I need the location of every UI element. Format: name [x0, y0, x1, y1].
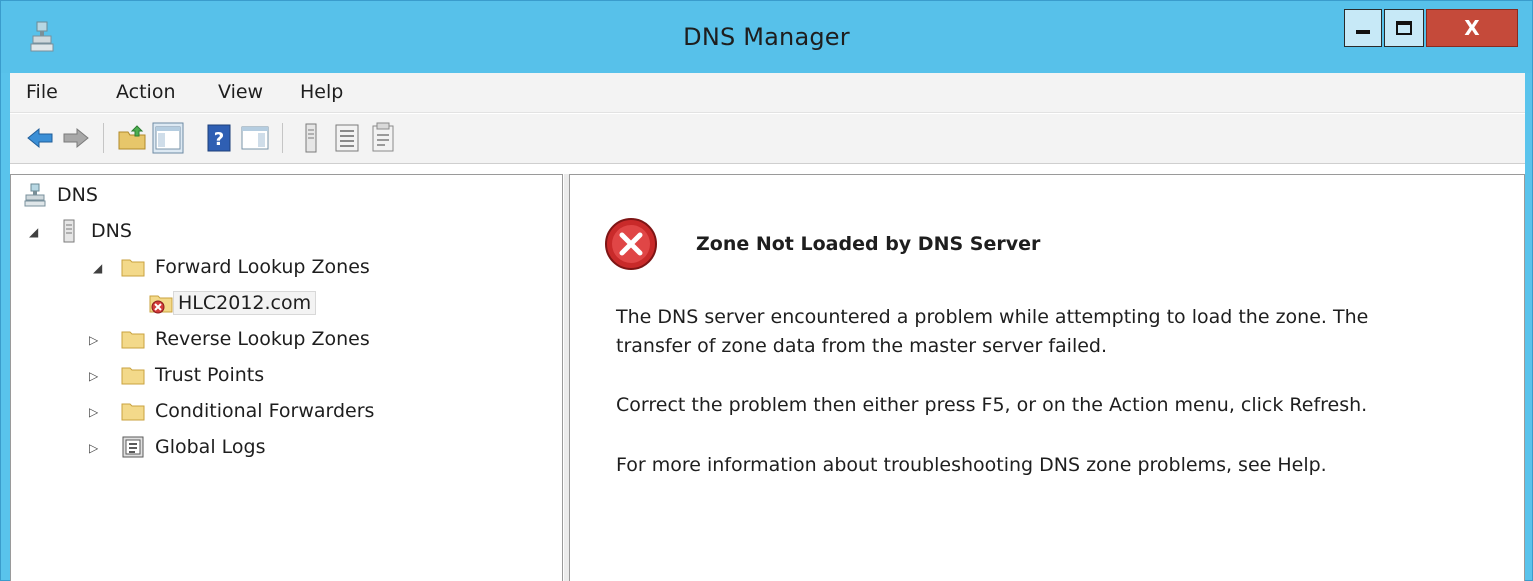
server-icon — [63, 219, 75, 243]
collapse-arrow-icon[interactable]: ◢ — [93, 261, 102, 275]
window-title: DNS Manager — [683, 23, 850, 51]
minimize-icon — [1356, 30, 1370, 34]
server-icon[interactable] — [295, 122, 327, 154]
forward-arrow-icon[interactable] — [60, 122, 92, 154]
expand-arrow-icon[interactable]: ▷ — [89, 441, 98, 455]
svg-text:?: ? — [214, 129, 224, 150]
tree-item-label: Global Logs — [155, 436, 266, 458]
properties-icon[interactable] — [367, 122, 399, 154]
error-icon — [605, 218, 657, 270]
zone-error-icon — [149, 295, 173, 314]
correction-instructions: Correct the problem then either press F5… — [616, 394, 1368, 416]
menu-view[interactable]: View — [218, 81, 263, 103]
tree-item-trust-points[interactable]: Trust Points — [121, 359, 264, 391]
tree-item-global-logs[interactable]: Global Logs — [121, 431, 265, 463]
tree-item-dns-root[interactable]: DNS — [23, 179, 98, 211]
show-hide-console-tree-icon[interactable] — [152, 122, 184, 154]
title-bar[interactable]: DNS Manager X — [1, 1, 1532, 73]
tree-item-label: DNS — [57, 184, 98, 206]
console-tree[interactable]: DNS ◢ DNS ◢ Forward Lookup Zones HLC2012… — [10, 174, 563, 581]
tree-item-label: Forward Lookup Zones — [155, 256, 370, 278]
folder-icon — [121, 259, 145, 277]
error-description-line-1: The DNS server encountered a problem whi… — [616, 306, 1369, 328]
show-hide-action-pane-icon[interactable] — [239, 122, 271, 154]
maximize-button[interactable] — [1384, 9, 1424, 47]
folder-icon — [121, 331, 145, 349]
menu-action[interactable]: Action — [116, 81, 176, 103]
menu-file[interactable]: File — [26, 81, 58, 103]
collapse-arrow-icon[interactable]: ◢ — [29, 225, 38, 239]
up-folder-icon[interactable] — [116, 122, 148, 154]
result-pane: Zone Not Loaded by DNS Server The DNS se… — [569, 174, 1525, 581]
tree-item-conditional-forwarders[interactable]: Conditional Forwarders — [121, 395, 374, 427]
maximize-icon — [1396, 21, 1412, 35]
tree-item-label: HLC2012.com — [173, 291, 317, 315]
tree-item-label: Conditional Forwarders — [155, 400, 375, 422]
error-description-line-2: transfer of zone data from the master se… — [616, 335, 1108, 357]
list-icon[interactable] — [331, 122, 363, 154]
tree-item-reverse-lookup-zones[interactable]: Reverse Lookup Zones — [121, 323, 370, 355]
tree-item-zone-hlc2012[interactable]: HLC2012.com — [149, 287, 317, 319]
folder-icon — [121, 367, 145, 385]
menu-bar: File Action View Help — [10, 73, 1525, 113]
toolbar: ? — [10, 114, 1525, 164]
toolbar-separator — [103, 123, 104, 153]
tree-item-label: DNS — [91, 220, 132, 242]
minimize-button[interactable] — [1344, 9, 1382, 47]
tree-item-dns-server[interactable]: DNS — [57, 215, 132, 247]
help-icon[interactable]: ? — [203, 122, 235, 154]
expand-arrow-icon[interactable]: ▷ — [89, 369, 98, 383]
expand-arrow-icon[interactable]: ▷ — [89, 405, 98, 419]
error-description: The DNS server encountered a problem whi… — [616, 303, 1496, 361]
dns-console-icon — [24, 183, 46, 207]
client-area: File Action View Help ? DNS ◢ DNS ◢ Forw… — [10, 73, 1525, 581]
dns-manager-window: DNS Manager X File Action View Help ? DN… — [0, 0, 1533, 581]
back-arrow-icon[interactable] — [24, 122, 56, 154]
folder-icon — [121, 403, 145, 421]
menu-help[interactable]: Help — [300, 81, 343, 103]
tree-item-label: Reverse Lookup Zones — [155, 328, 370, 350]
help-reference: For more information about troubleshooti… — [616, 454, 1327, 476]
close-button[interactable]: X — [1426, 9, 1518, 47]
error-title: Zone Not Loaded by DNS Server — [696, 233, 1041, 255]
event-log-icon — [122, 436, 144, 458]
expand-arrow-icon[interactable]: ▷ — [89, 333, 98, 347]
close-icon: X — [1464, 16, 1480, 40]
toolbar-separator — [282, 123, 283, 153]
tree-item-forward-lookup-zones[interactable]: Forward Lookup Zones — [121, 251, 370, 283]
tree-item-label: Trust Points — [155, 364, 265, 386]
